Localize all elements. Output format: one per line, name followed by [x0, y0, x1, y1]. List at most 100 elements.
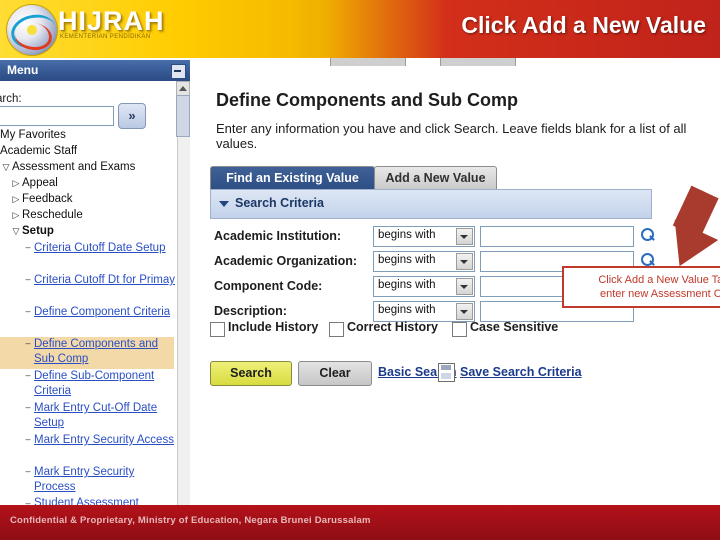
menu-item-criteria-cutoff-date-setup[interactable]: – Criteria Cutoff Date Setup — [0, 241, 188, 273]
menu-item-criteria-cutoff-dt-for-primay[interactable]: – Criteria Cutoff Dt for Primay — [0, 273, 188, 305]
tree-dash-icon: – — [25, 434, 31, 444]
logo-wordmark: HIJRAH — [58, 6, 165, 36]
double-chevron-right-icon[interactable]: » — [118, 103, 146, 129]
chevron-down-icon[interactable] — [456, 278, 473, 295]
chevron-down-icon[interactable] — [456, 253, 473, 270]
logo-subtext: KEMENTERIAN PENDIDIKAN — [60, 34, 151, 40]
twisty-expanded-icon[interactable]: ▽ — [0, 162, 12, 173]
tree-dash-icon: – — [25, 306, 31, 316]
operator-select-component-code[interactable]: begins with — [373, 276, 475, 297]
field-label: Description: — [214, 304, 287, 318]
menu-item-student-assessment[interactable]: – Student Assessment — [0, 497, 188, 505]
search-button[interactable]: Search — [210, 361, 292, 386]
menu-item-label[interactable]: Criteria Cutoff Dt for Primay — [34, 273, 179, 288]
search-tabs: Find an Existing Value Add a New Value — [210, 166, 510, 191]
clear-button[interactable]: Clear — [298, 361, 372, 386]
menu-item-label[interactable]: Criteria Cutoff Date Setup — [34, 241, 179, 256]
menu-item-appeal[interactable]: ▷ Appeal — [0, 177, 188, 193]
label-case-sensitive: Case Sensitive — [470, 320, 559, 334]
operator-select-academic-organization[interactable]: begins with — [373, 251, 475, 272]
menu-item-my-favorites[interactable]: My Favorites — [0, 129, 188, 145]
menu-item-label: Appeal — [22, 177, 58, 189]
search-options: Include History Correct History Case Sen… — [210, 320, 670, 340]
save-document-icon[interactable] — [438, 363, 455, 382]
menu-item-label[interactable]: Mark Entry Security Process — [34, 465, 179, 494]
menu-search-label: arch: — [0, 93, 22, 105]
checkbox-case-sensitive[interactable] — [452, 322, 467, 337]
operator-value: begins with — [378, 229, 436, 241]
menu-item-feedback[interactable]: ▷ Feedback — [0, 193, 188, 209]
chevron-down-icon[interactable] — [456, 303, 473, 320]
checkbox-include-history[interactable] — [210, 322, 225, 337]
menu-item-label[interactable]: Mark Entry Cut-Off Date Setup — [34, 401, 184, 430]
menu-item-label[interactable]: Define Component Criteria — [34, 305, 179, 320]
menu-item-assessment-and-exams[interactable]: ▽ Assessment and Exams — [0, 161, 188, 177]
menu-item-mark-entry-security-process[interactable]: – Mark Entry Security Process — [0, 465, 188, 497]
menu-item-label: Reschedule — [22, 209, 83, 221]
menu-search-input[interactable] — [0, 106, 114, 126]
field-row-academic-institution: Academic Institution: begins with — [210, 226, 660, 248]
slide-root: HIJRAH KEMENTERIAN PENDIDIKAN Click Add … — [0, 0, 720, 540]
menu-search-row: arch: » — [0, 85, 190, 129]
menu-item-setup[interactable]: ▽ Setup — [0, 225, 188, 241]
field-label: Academic Institution: — [214, 229, 342, 243]
menu-item-label[interactable]: Define Sub-Component Criteria — [34, 369, 184, 398]
menu-item-label: Academic Staff — [0, 145, 78, 157]
lookup-search-icon-academic-institution[interactable] — [640, 227, 656, 243]
menu-item-label: Assessment and Exams — [12, 161, 136, 173]
slide-footer: Confidential & Proprietary, Ministry of … — [0, 505, 720, 540]
menu-item-define-component-criteria[interactable]: – Define Component Criteria — [0, 305, 188, 337]
tab-add-a-new-value[interactable]: Add a New Value — [374, 166, 497, 191]
save-search-criteria-link[interactable]: Save Search Criteria — [460, 365, 582, 379]
menu-item-label[interactable]: Mark Entry Security Access — [34, 433, 179, 448]
operator-select-academic-institution[interactable]: begins with — [373, 226, 475, 247]
menu-item-label: Setup — [22, 225, 54, 237]
menu-tree: My Favorites Academic Staff ▽ Assessment… — [0, 129, 188, 505]
search-criteria-label: Search Criteria — [235, 196, 324, 210]
twisty-collapsed-icon[interactable]: ▷ — [10, 210, 22, 221]
menu-header: Menu — [0, 60, 190, 81]
tab-find-an-existing-value[interactable]: Find an Existing Value — [210, 166, 375, 191]
application-screenshot: Menu arch: » My Favorites — [0, 58, 720, 505]
tree-dash-icon: – — [25, 498, 31, 505]
menu-item-mark-entry-cut-off-date-setup[interactable]: – Mark Entry Cut-Off Date Setup — [0, 401, 188, 433]
menu-item-label[interactable]: Define Components and Sub Comp — [34, 337, 179, 366]
annotation-callout: Click Add a New Value Tab to enter new A… — [562, 266, 720, 308]
footer-text: Confidential & Proprietary, Ministry of … — [10, 515, 371, 526]
checkbox-correct-history[interactable] — [329, 322, 344, 337]
main-content: Define Components and Sub Comp Enter any… — [190, 66, 720, 505]
menu-item-define-components-and-sub-comp[interactable]: – Define Components and Sub Comp — [0, 337, 174, 369]
slide-title: Click Add a New Value — [461, 12, 706, 38]
menu-item-academic-staff[interactable]: Academic Staff — [0, 145, 188, 161]
tree-dash-icon: – — [25, 274, 31, 284]
chevron-down-icon[interactable] — [456, 228, 473, 245]
search-criteria-header[interactable]: Search Criteria — [210, 189, 652, 219]
menu-item-label: My Favorites — [0, 129, 66, 141]
search-actions: Search Clear Basic Search Save Search Cr… — [210, 361, 690, 387]
input-academic-institution[interactable] — [480, 226, 634, 247]
minimize-icon[interactable] — [171, 64, 186, 79]
menu-item-define-sub-component-criteria[interactable]: – Define Sub-Component Criteria — [0, 369, 188, 401]
label-correct-history: Correct History — [347, 320, 438, 334]
tree-dash-icon: – — [25, 402, 31, 412]
operator-select-description[interactable]: begins with — [373, 301, 475, 322]
page-instruction: Enter any information you have and click… — [216, 121, 687, 151]
callout-line-2: enter new Assessment Code — [599, 288, 720, 300]
field-label: Academic Organization: — [214, 254, 358, 268]
menu-item-label[interactable]: Student Assessment — [34, 497, 139, 505]
twisty-expanded-icon[interactable]: ▽ — [10, 226, 22, 237]
field-label: Component Code: — [214, 279, 323, 293]
scroll-up-icon[interactable] — [176, 81, 190, 96]
twisty-collapsed-icon[interactable]: ▷ — [10, 178, 22, 189]
hijrah-logo-icon — [6, 4, 58, 56]
slide-header: HIJRAH KEMENTERIAN PENDIDIKAN Click Add … — [0, 0, 720, 58]
menu-pane: Menu arch: » My Favorites — [0, 58, 191, 505]
menu-item-reschedule[interactable]: ▷ Reschedule — [0, 209, 188, 225]
twisty-collapsed-icon[interactable]: ▷ — [10, 194, 22, 205]
menu-body: arch: » My Favorites Academic Staff — [0, 81, 191, 505]
callout-line-1: Click Add a New Value Tab to — [598, 274, 720, 286]
menu-item-mark-entry-security-access[interactable]: – Mark Entry Security Access — [0, 433, 188, 465]
label-include-history: Include History — [228, 320, 319, 334]
operator-value: begins with — [378, 279, 436, 291]
collapse-triangle-icon[interactable] — [219, 201, 229, 207]
